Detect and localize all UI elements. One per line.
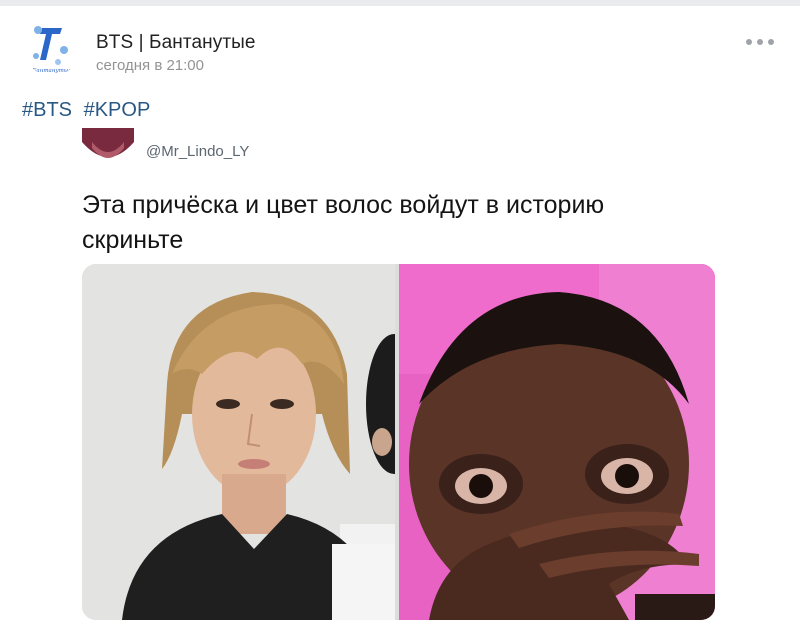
more-horizontal-icon (746, 39, 752, 45)
group-avatar[interactable]: Бантанутые (24, 20, 80, 76)
hashtag-kpop[interactable]: #KPOP (84, 99, 151, 121)
post-time[interactable]: сегодня в 21:00 (96, 57, 204, 74)
hashtags: #BTS #KPOP (22, 99, 156, 122)
tweet-handle: @Mr_Lindo_LY (146, 143, 250, 160)
photo-grid[interactable] (82, 264, 715, 620)
tweet-text: Эта причёска и цвет волос войдут в истор… (82, 188, 722, 258)
avatar-caption: Бантанутые (31, 68, 72, 74)
group-name[interactable]: BTS | Бантанутые (96, 32, 256, 54)
tweet-author-avatar (82, 128, 134, 168)
hashtag-bts[interactable]: #BTS (22, 99, 72, 121)
more-options-button[interactable] (746, 30, 774, 54)
tweet-text-line-1: Эта причёска и цвет волос войдут в истор… (82, 191, 605, 219)
tweet-text-line-2: скриньте (82, 226, 184, 254)
photo-right[interactable] (399, 264, 715, 620)
photo-left[interactable] (82, 264, 395, 620)
post-header: Бантанутые BTS | Бантанутые сегодня в 21… (0, 6, 800, 90)
